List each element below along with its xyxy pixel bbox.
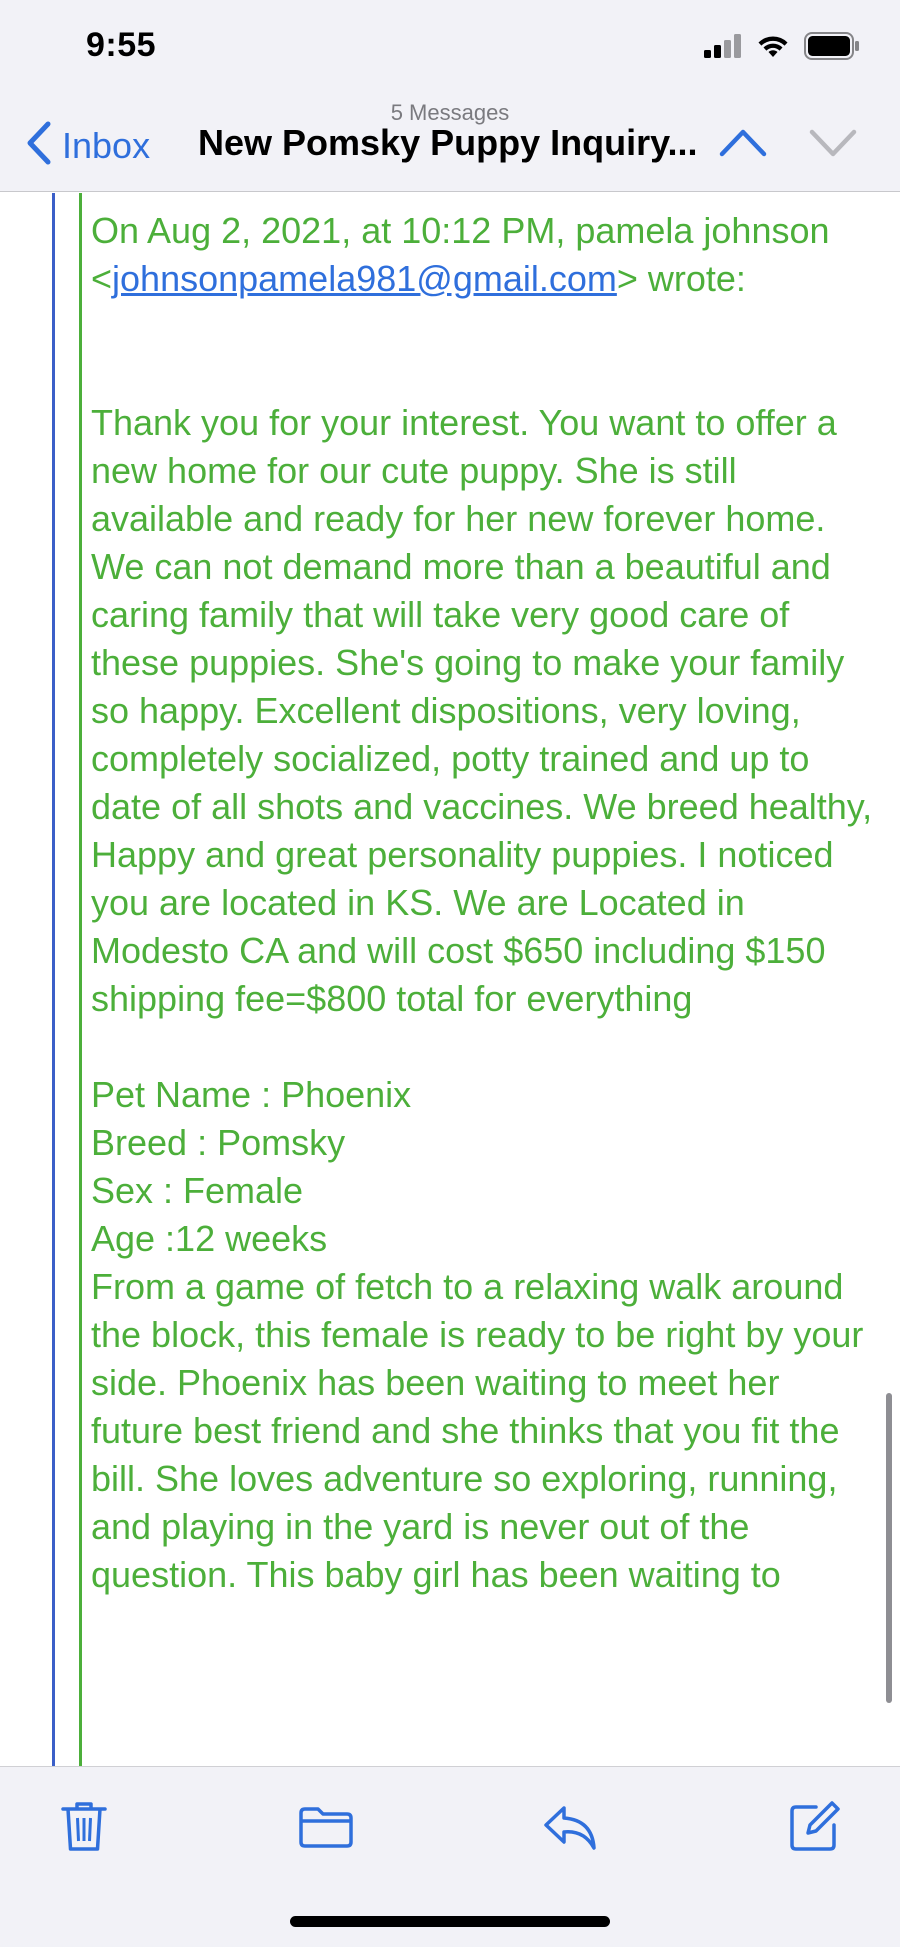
compose-button[interactable] <box>782 1797 846 1861</box>
age-line: Age :12 weeks <box>91 1218 328 1259</box>
wifi-icon <box>756 33 790 64</box>
status-bar: 9:55 <box>0 0 900 96</box>
quote-header-open: < <box>91 258 113 299</box>
reply-icon <box>542 1804 598 1855</box>
trash-icon <box>61 1801 107 1858</box>
quote-header-prefix: On Aug 2, 2021, at 10:12 PM, pamela john… <box>91 210 830 251</box>
quote-header: On Aug 2, 2021, at 10:12 PM, pamela john… <box>91 207 881 303</box>
chevron-down-icon <box>808 129 858 166</box>
chevron-up-icon <box>718 129 768 166</box>
compose-icon <box>788 1800 840 1858</box>
move-to-folder-button[interactable] <box>294 1797 358 1861</box>
message-paragraph-1: Thank you for your interest. You want to… <box>91 402 873 1019</box>
status-icons <box>704 32 860 65</box>
next-message-button[interactable] <box>808 122 858 167</box>
previous-message-button[interactable] <box>718 122 768 167</box>
trash-button[interactable] <box>52 1797 116 1861</box>
scroll-indicator[interactable] <box>886 1393 892 1703</box>
quote-bar-inner <box>79 193 82 1766</box>
quote-header-close: > wrote: <box>616 258 746 299</box>
message-paragraph-2: From a game of fetch to a relaxing walk … <box>91 1266 864 1595</box>
quote-bar-outer <box>52 193 55 1766</box>
breed-line: Breed : Pomsky <box>91 1122 346 1163</box>
signal-icon <box>704 34 742 63</box>
chevron-left-icon <box>26 120 52 171</box>
email-subject-title: New Pomsky Puppy Inquiry... <box>198 122 698 163</box>
folder-icon <box>298 1805 354 1854</box>
reply-button[interactable] <box>538 1797 602 1861</box>
sender-email-link[interactable]: johnsonpamela981@gmail.com <box>112 258 617 299</box>
back-label: Inbox <box>62 124 151 166</box>
status-time: 9:55 <box>86 26 157 64</box>
email-body[interactable]: On Aug 2, 2021, at 10:12 PM, pamela john… <box>0 193 900 1766</box>
home-indicator[interactable] <box>290 1916 610 1927</box>
battery-icon <box>804 32 860 65</box>
back-to-inbox-button[interactable]: Inbox <box>26 120 150 171</box>
sex-line: Sex : Female <box>91 1170 304 1211</box>
pet-name-line: Pet Name : Phoenix <box>91 1074 412 1115</box>
nav-bar: 5 Messages Inbox New Pomsky Puppy Inquir… <box>0 96 900 192</box>
quoted-message: On Aug 2, 2021, at 10:12 PM, pamela john… <box>91 207 881 1599</box>
